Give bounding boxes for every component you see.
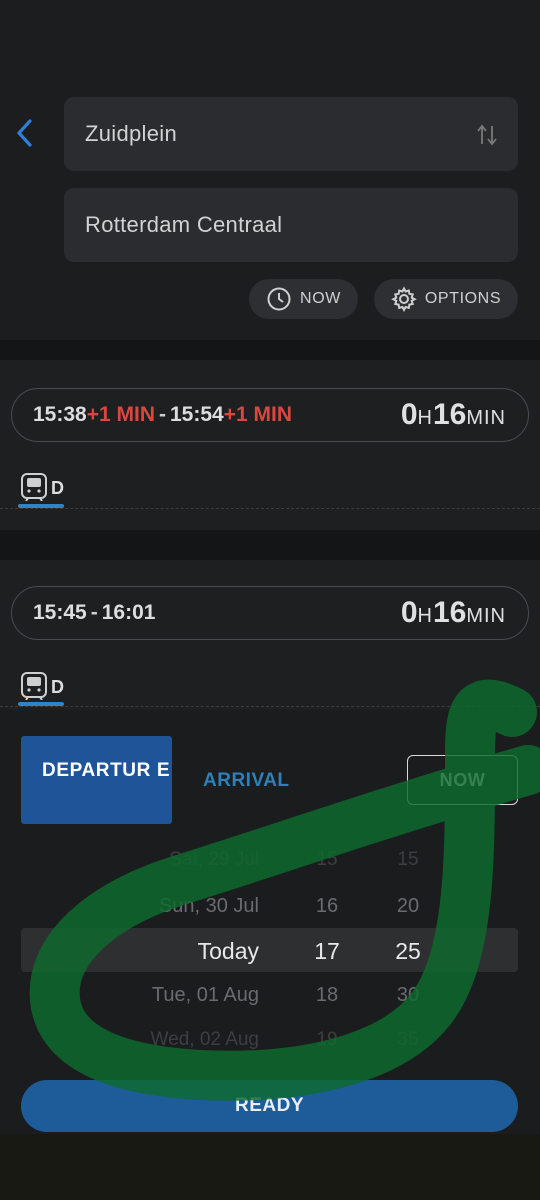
duration-hours-unit: H	[417, 605, 433, 627]
train-icon	[19, 670, 49, 705]
date-option[interactable]: Sun, 30 Jul	[159, 884, 259, 928]
origin-field[interactable]: Zuidplein	[64, 97, 518, 171]
depart-delay: +1 MIN	[86, 403, 155, 426]
trip-summary[interactable]: 15:38+1 MIN -15:54+1 MIN 0H16MIN	[11, 388, 529, 442]
trip-times: 15:45-16:01	[33, 601, 401, 625]
trip-duration: 0H16MIN	[401, 596, 506, 630]
gear-icon	[391, 286, 417, 312]
minute-option[interactable]: 20	[394, 884, 422, 928]
date-option[interactable]: Wed, 02 Aug	[151, 1018, 259, 1062]
ready-button[interactable]: READY	[21, 1080, 518, 1132]
mode-label: D	[51, 676, 64, 697]
picker-row[interactable]: Tue, 01 Aug 18 30	[0, 973, 540, 1017]
now-time-button[interactable]: NOW	[249, 279, 358, 319]
departure-tab[interactable]: DEPARTUR E	[21, 736, 172, 824]
back-arrow-icon[interactable]	[14, 116, 44, 150]
picker-row-selected[interactable]: Today 17 25	[0, 929, 540, 973]
minute-option[interactable]: 30	[394, 973, 422, 1017]
trip-card[interactable]	[0, 360, 540, 530]
picker-row[interactable]: Wed, 02 Aug 19 35	[0, 1018, 540, 1062]
train-icon	[19, 471, 49, 506]
trip-times: 15:38+1 MIN -15:54+1 MIN	[33, 403, 401, 427]
duration-hours: 0	[400, 596, 418, 629]
destination-value: Rotterdam Centraal	[85, 212, 283, 237]
now-button[interactable]: NOW	[407, 755, 518, 805]
minute-option-selected[interactable]: 25	[394, 929, 422, 973]
divider	[0, 706, 540, 707]
duration-minutes: 16	[432, 398, 467, 431]
now-label: NOW	[300, 290, 341, 307]
origin-value: Zuidplein	[85, 121, 177, 146]
hour-option[interactable]: 16	[313, 884, 341, 928]
minute-option[interactable]: 15	[394, 838, 422, 882]
date-option[interactable]: Sat, 29 Jul	[169, 838, 259, 882]
destination-field[interactable]: Rotterdam Centraal	[64, 188, 518, 262]
date-option[interactable]: Tue, 01 Aug	[152, 973, 259, 1017]
hour-option[interactable]: 18	[313, 973, 341, 1017]
mode-label: D	[51, 477, 64, 498]
time-separator: -	[90, 601, 98, 624]
arrive-delay: +1 MIN	[223, 403, 292, 426]
hour-option[interactable]: 19	[313, 1018, 341, 1062]
minute-option[interactable]: 35	[394, 1018, 422, 1062]
separator	[0, 530, 540, 560]
time-separator: -	[159, 403, 166, 426]
clock-icon	[266, 286, 292, 312]
depart-time: 15:45	[33, 601, 87, 624]
bottom-bar	[0, 1134, 540, 1200]
transport-mode: D	[19, 671, 64, 703]
picker-row[interactable]: Sat, 29 Jul 15 15	[0, 838, 540, 882]
divider	[0, 508, 540, 509]
date-option-selected[interactable]: Today	[198, 929, 259, 973]
transport-mode: D	[19, 472, 64, 504]
duration-hours-unit: H	[417, 407, 433, 429]
trip-duration: 0H16MIN	[401, 398, 506, 432]
hour-option[interactable]: 15	[313, 838, 341, 882]
depart-time: 15:38	[33, 403, 87, 426]
arrive-time: 16:01	[101, 601, 156, 624]
duration-minutes-unit: MIN	[466, 605, 506, 627]
options-button[interactable]: OPTIONS	[374, 279, 518, 319]
trip-summary[interactable]: 15:45-16:01 0H16MIN	[11, 586, 529, 640]
swap-icon[interactable]	[476, 97, 498, 171]
arrival-tab[interactable]: ARRIVAL	[203, 770, 290, 792]
options-label: OPTIONS	[424, 290, 502, 307]
duration-minutes: 16	[432, 596, 467, 629]
arrive-time: 15:54	[170, 403, 224, 426]
separator	[0, 340, 540, 360]
duration-minutes-unit: MIN	[466, 407, 506, 429]
picker-row[interactable]: Sun, 30 Jul 16 20	[0, 884, 540, 928]
hour-option-selected[interactable]: 17	[313, 929, 341, 973]
duration-hours: 0	[400, 398, 418, 431]
